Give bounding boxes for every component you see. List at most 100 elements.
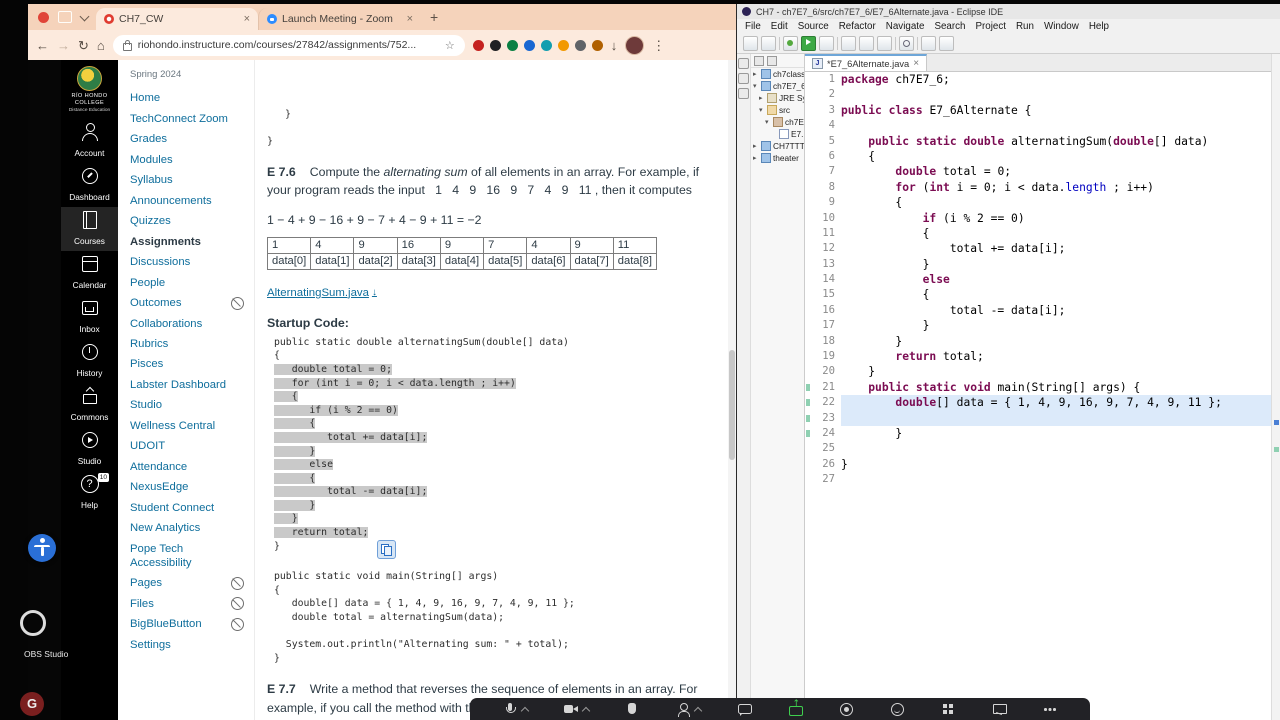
zoom-button[interactable]	[560, 698, 592, 720]
course-nav-item[interactable]: Student Connect	[130, 498, 254, 518]
extension-icon[interactable]	[557, 39, 569, 51]
toolbar-icon[interactable]	[783, 35, 798, 51]
menu-item[interactable]: Navigate	[881, 21, 930, 32]
code-line[interactable]: }	[841, 364, 1271, 379]
course-nav-item[interactable]: TechConnect Zoom	[130, 108, 254, 128]
window-restore-icon[interactable]	[58, 11, 72, 23]
browser-tab[interactable]: CH7_CW ×	[96, 8, 258, 30]
copy-code-button[interactable]	[377, 540, 396, 560]
home-button[interactable]: ⌂	[97, 39, 105, 52]
zoom-button[interactable]	[621, 698, 643, 720]
code-line[interactable]: total += data[i];	[841, 241, 1271, 256]
global-nav-item[interactable]: History	[61, 339, 118, 383]
code-line[interactable]: {	[841, 149, 1271, 164]
course-nav-item[interactable]: Modules	[130, 149, 254, 169]
package-explorer-item[interactable]: ▸ CH7TTTPro...	[751, 140, 804, 152]
package-explorer-item[interactable]: ▸ JRE Syst...	[751, 92, 804, 104]
editor-tab[interactable]: J *E7_6Alternate.java ×	[805, 54, 928, 71]
global-nav-item[interactable]: 10 Help	[61, 471, 118, 515]
menu-item[interactable]: Window	[1039, 21, 1084, 32]
extension-icon[interactable]	[540, 39, 552, 51]
toolbar-icon[interactable]	[837, 36, 838, 50]
course-nav-item[interactable]: Collaborations	[130, 313, 254, 333]
toolbar-icon[interactable]	[877, 35, 892, 51]
toolbar-icon[interactable]	[779, 36, 780, 50]
global-nav-item[interactable]: Studio	[61, 427, 118, 471]
toolbar-icon[interactable]	[939, 35, 954, 51]
extension-icon[interactable]	[489, 39, 501, 51]
new-tab-button[interactable]: +	[430, 9, 438, 25]
tab-close-icon[interactable]: ×	[407, 13, 413, 25]
startup-code-block[interactable]: public static double alternatingSum(doub…	[267, 337, 720, 555]
browser-menu-icon[interactable]: ⋮	[652, 39, 665, 52]
code-line[interactable]: public class E7_6Alternate {	[841, 103, 1271, 118]
toolbar-icon[interactable]	[895, 36, 896, 50]
package-explorer-item[interactable]: ▾ src	[751, 104, 804, 116]
course-nav-item[interactable]: Pages	[130, 573, 254, 593]
forward-button[interactable]: →	[57, 39, 70, 52]
global-nav-item[interactable]: Dashboard	[61, 163, 118, 207]
course-nav-item[interactable]: Attendance	[130, 457, 254, 477]
view-menu-icon[interactable]	[767, 55, 777, 66]
back-button[interactable]: ←	[36, 39, 49, 52]
browser-tab[interactable]: Launch Meeting - Zoom ×	[258, 8, 421, 30]
downloads-icon[interactable]: ↓	[611, 39, 618, 52]
bookmark-star-icon[interactable]: ☆	[445, 39, 455, 52]
code-line[interactable]	[841, 118, 1271, 133]
toolbar-icon[interactable]	[921, 35, 936, 51]
course-nav-item[interactable]: People	[130, 272, 254, 292]
global-nav-item[interactable]: Courses	[61, 207, 118, 252]
extension-icon[interactable]	[472, 39, 484, 51]
code-editor[interactable]: 1 package ch7E7_6; 2 3 public class E7_6…	[805, 72, 1271, 720]
profile-avatar[interactable]	[625, 35, 645, 55]
zoom-button[interactable]	[886, 698, 908, 720]
global-nav-item[interactable]: Commons	[61, 383, 118, 427]
global-nav-item[interactable]: Account	[61, 119, 118, 163]
menu-item[interactable]: Run	[1011, 21, 1039, 32]
code-line[interactable]: total -= data[i];	[841, 303, 1271, 318]
expand-arrow-icon[interactable]: ▸	[753, 154, 759, 162]
package-explorer-item[interactable]: ▾ ch7E...	[751, 116, 804, 128]
zoom-button[interactable]	[937, 698, 959, 720]
extension-icon[interactable]	[506, 39, 518, 51]
course-nav-item[interactable]: Assignments	[130, 231, 254, 251]
zoom-button[interactable]	[499, 698, 531, 720]
chevron-up-icon[interactable]	[581, 706, 591, 715]
expand-arrow-icon[interactable]: ▸	[753, 70, 759, 78]
toolbar-icon[interactable]	[917, 36, 918, 50]
code-line[interactable]: for (int i = 0; i < data.length ; i++)	[841, 180, 1271, 195]
window-close-button[interactable]	[38, 11, 49, 23]
course-nav-item[interactable]: Syllabus	[130, 170, 254, 190]
package-explorer-item[interactable]: ▾ ch7E7_6	[751, 80, 804, 92]
toolbar-icon[interactable]	[841, 35, 856, 51]
package-explorer-item[interactable]: ▸ ch7classPra...	[751, 68, 804, 80]
expand-arrow-icon[interactable]: ▸	[759, 94, 765, 102]
course-nav-item[interactable]: Home	[130, 88, 254, 108]
code-line[interactable]: public static double alternatingSum(doub…	[841, 134, 1271, 149]
menu-item[interactable]: Refactor	[834, 21, 881, 32]
package-explorer-item[interactable]: E7...	[751, 128, 804, 140]
overview-marker[interactable]	[1274, 446, 1279, 452]
package-explorer-shortcut-icon[interactable]	[738, 73, 749, 84]
url-text[interactable]: riohondo.instructure.com/courses/27842/a…	[138, 39, 439, 51]
code-line[interactable]: {	[841, 195, 1271, 210]
code-line[interactable]: {	[841, 226, 1271, 241]
zoom-button[interactable]	[988, 698, 1010, 720]
code-line[interactable]: public static void main(String[] args) {	[841, 380, 1271, 395]
toolbar-icon[interactable]	[899, 35, 914, 51]
global-nav-item[interactable]: Inbox	[61, 295, 118, 339]
view-menu-shortcut-icon[interactable]	[738, 88, 749, 99]
course-nav-item[interactable]: Studio	[130, 395, 254, 415]
course-nav-item[interactable]: Settings	[130, 635, 254, 655]
overview-marker[interactable]	[1274, 420, 1279, 426]
course-nav-item[interactable]: Labster Dashboard	[130, 375, 254, 395]
expand-arrow-icon[interactable]: ▾	[765, 118, 771, 126]
menu-item[interactable]: Help	[1084, 21, 1114, 32]
scrollbar-thumb[interactable]	[729, 350, 735, 460]
course-nav-item[interactable]: Rubrics	[130, 334, 254, 354]
code-line[interactable]	[841, 441, 1271, 456]
tab-search-chevron-icon[interactable]	[79, 11, 90, 21]
toolbar-icon[interactable]	[819, 35, 834, 51]
code-line[interactable]	[841, 410, 1271, 426]
address-bar[interactable]: riohondo.instructure.com/courses/27842/a…	[112, 34, 465, 56]
